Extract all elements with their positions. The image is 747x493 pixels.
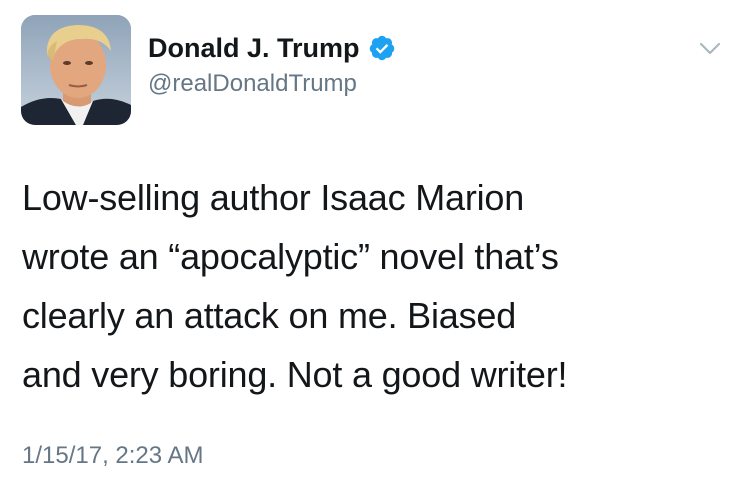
tweet-text: Low-selling author Isaac Marion wrote an…: [22, 177, 568, 395]
avatar[interactable]: [21, 15, 131, 125]
profile-photo: [21, 15, 131, 125]
tweet-timestamp[interactable]: 1/15/17, 2:23 AM: [22, 440, 203, 472]
name-row: Donald J. Trump: [148, 28, 396, 68]
display-name[interactable]: Donald J. Trump: [148, 28, 360, 68]
user-handle[interactable]: @realDonaldTrump: [148, 68, 396, 100]
chevron-down-icon[interactable]: [699, 42, 721, 56]
tweet-card: Donald J. Trump @realDonaldTrump Low-sel…: [0, 0, 747, 493]
verified-badge-icon: [368, 34, 396, 62]
tweet-author: Donald J. Trump @realDonaldTrump: [148, 28, 396, 100]
